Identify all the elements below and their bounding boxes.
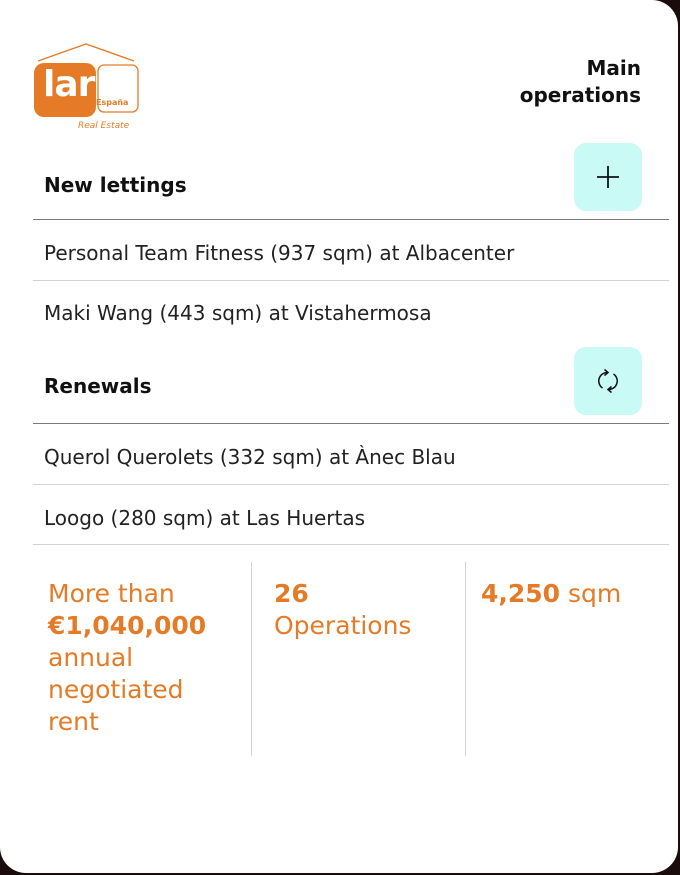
area-stat: 4,250 sqm [481, 578, 621, 610]
stat-divider [465, 562, 466, 756]
lar-espana-logo: lar España Real Estate [34, 43, 140, 133]
add-button[interactable] [574, 143, 642, 211]
renewal-item: Querol Querolets (332 sqm) at Ànec Blau [44, 445, 456, 469]
stat-divider [251, 562, 252, 756]
plus-icon [597, 166, 619, 188]
logo-country: España [96, 98, 129, 107]
new-lettings-heading: New lettings [44, 173, 187, 197]
divider [33, 280, 669, 281]
refresh-icon [598, 368, 618, 394]
divider [33, 544, 669, 545]
rent-suffix: annual negotiated rent [48, 643, 184, 736]
divider [33, 423, 669, 424]
renewals-heading: Renewals [44, 374, 152, 398]
area-unit: sqm [568, 579, 622, 608]
area-value: 4,250 [481, 579, 561, 608]
operations-label: Operations [274, 611, 412, 640]
divider [33, 219, 669, 220]
lettings-item: Personal Team Fitness (937 sqm) at Albac… [44, 241, 515, 265]
logo-word: lar [43, 64, 95, 105]
page-title: Main operations [519, 56, 641, 107]
operations-stat: 26 Operations [274, 578, 411, 642]
divider [33, 484, 669, 485]
rent-stat: More than €1,040,000 annual negotiated r… [48, 578, 238, 738]
lettings-item: Maki Wang (443 sqm) at Vistahermosa [44, 301, 432, 325]
rent-value: €1,040,000 [48, 611, 207, 640]
operations-value: 26 [274, 579, 309, 608]
main-operations-card: lar España Real Estate Main operations N… [0, 0, 678, 873]
logo-subtitle: Real Estate [78, 121, 130, 131]
renewal-item: Loogo (280 sqm) at Las Huertas [44, 506, 366, 530]
rent-prefix: More than [48, 579, 175, 608]
renew-button[interactable] [574, 347, 642, 415]
